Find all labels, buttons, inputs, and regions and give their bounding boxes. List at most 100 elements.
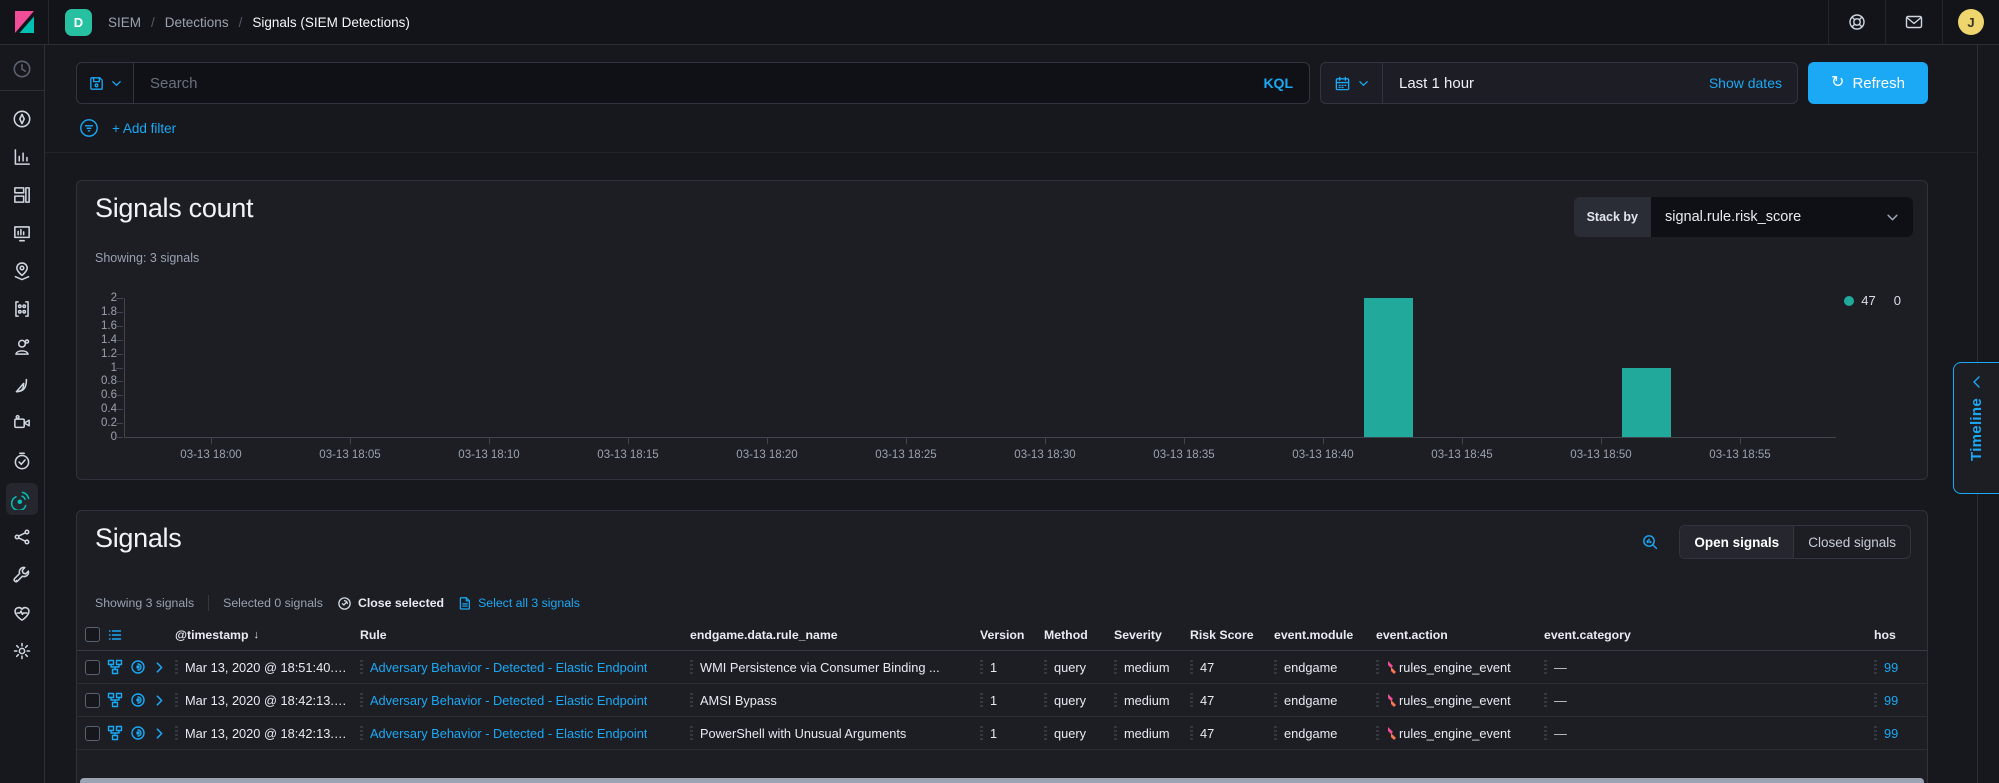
cell-rule[interactable]: Adversary Behavior - Detected - Elastic … (360, 693, 690, 708)
column-header-label[interactable]: @timestamp (175, 628, 249, 642)
chart-bar[interactable] (1622, 368, 1671, 438)
drag-handle[interactable] (1376, 726, 1379, 740)
column-header-label[interactable]: event.action (1376, 628, 1448, 642)
column-header-label[interactable]: event.module (1274, 628, 1353, 642)
sidebar-item-uptime[interactable] (11, 450, 33, 472)
sidebar-item-visualize[interactable] (11, 146, 33, 168)
help-button[interactable] (1829, 0, 1885, 44)
drag-handle[interactable] (690, 693, 693, 707)
sidebar-item-discover[interactable] (11, 108, 33, 130)
analyze-event-icon[interactable] (107, 659, 123, 675)
drag-handle[interactable] (690, 660, 693, 674)
column-header-event_category[interactable]: event.category (1544, 628, 1874, 642)
horizontal-scrollbar[interactable] (80, 778, 1924, 783)
user-menu[interactable]: J (1943, 0, 1999, 44)
cell-value-rule[interactable]: Adversary Behavior - Detected - Elastic … (370, 693, 647, 708)
column-header-label[interactable]: hos (1874, 628, 1896, 642)
show-dates-link[interactable]: Show dates (1694, 75, 1797, 91)
select-all-link[interactable]: Select all 3 signals (458, 596, 580, 610)
drag-handle[interactable] (1190, 693, 1193, 707)
column-header-label[interactable]: Method (1044, 628, 1088, 642)
investigate-in-timeline-icon[interactable] (130, 725, 146, 741)
inspect-button[interactable] (1641, 533, 1659, 551)
cell-value-host[interactable]: 99 (1884, 660, 1898, 675)
drag-handle[interactable] (1274, 726, 1277, 740)
refresh-button[interactable]: ↻ Refresh (1808, 62, 1928, 104)
investigate-in-timeline-icon[interactable] (130, 692, 146, 708)
column-header-rule[interactable]: Rule (360, 628, 690, 642)
drag-handle[interactable] (1874, 693, 1877, 707)
column-header-severity[interactable]: Severity (1114, 628, 1190, 642)
column-header-label[interactable]: Version (980, 628, 1024, 642)
column-header-label[interactable]: Rule (360, 628, 387, 642)
analyze-event-icon[interactable] (107, 725, 123, 741)
space-badge[interactable]: D (65, 9, 92, 36)
column-header-rule_name[interactable]: endgame.data.rule_name (690, 628, 980, 642)
sidebar-item-recently-viewed[interactable] (11, 58, 33, 80)
sidebar-item-dev-tools[interactable] (11, 564, 33, 586)
sidebar-item-graph[interactable] (11, 336, 33, 358)
drag-handle[interactable] (1044, 726, 1047, 740)
column-header-label[interactable]: Risk Score (1190, 628, 1254, 642)
drag-handle[interactable] (980, 660, 983, 674)
search-input[interactable]: Search KQL (134, 62, 1310, 104)
column-header-label[interactable]: event.category (1544, 628, 1631, 642)
drag-handle[interactable] (1044, 693, 1047, 707)
row-checkbox[interactable] (85, 726, 100, 741)
sidebar-item-machine-learning[interactable] (11, 298, 33, 320)
sidebar-item-dashboard[interactable] (11, 184, 33, 206)
add-filter-link[interactable]: + Add filter (112, 121, 176, 136)
drag-handle[interactable] (360, 660, 363, 674)
expand-row-icon[interactable] (153, 727, 166, 740)
breadcrumb-detections[interactable]: Detections (165, 15, 229, 30)
drag-handle[interactable] (980, 693, 983, 707)
column-header-event_module[interactable]: event.module (1274, 628, 1376, 642)
drag-handle[interactable] (1274, 660, 1277, 674)
sidebar-item-management[interactable] (11, 640, 33, 662)
investigate-in-timeline-icon[interactable] (130, 659, 146, 675)
drag-handle[interactable] (1544, 693, 1547, 707)
row-checkbox[interactable] (85, 660, 100, 675)
drag-handle[interactable] (1874, 726, 1877, 740)
cell-value-rule[interactable]: Adversary Behavior - Detected - Elastic … (370, 726, 647, 741)
drag-handle[interactable] (1114, 660, 1117, 674)
column-header-event_action[interactable]: event.action (1376, 628, 1544, 642)
cell-rule[interactable]: Adversary Behavior - Detected - Elastic … (360, 660, 690, 675)
legend-item[interactable]: 47 (1844, 293, 1875, 308)
chart-bar[interactable] (1364, 298, 1413, 437)
column-header-risk_score[interactable]: Risk Score (1190, 628, 1274, 642)
drag-handle[interactable] (980, 726, 983, 740)
cell-value-host[interactable]: 99 (1884, 726, 1898, 741)
sidebar-item-logs[interactable] (11, 374, 33, 396)
sidebar-item-maps[interactable] (11, 260, 33, 282)
drag-handle[interactable] (1114, 693, 1117, 707)
saved-query-button[interactable] (76, 62, 134, 104)
column-header-host[interactable]: hos (1874, 628, 1928, 642)
column-header-label[interactable]: Severity (1114, 628, 1162, 642)
date-picker-menu-button[interactable] (1321, 63, 1383, 103)
newsfeed-button[interactable] (1886, 0, 1942, 44)
filter-icon[interactable] (78, 117, 100, 139)
drag-handle[interactable] (1044, 660, 1047, 674)
legend-item[interactable]: 0 (1894, 293, 1901, 308)
sidebar-item-canvas[interactable] (11, 222, 33, 244)
expand-row-icon[interactable] (153, 661, 166, 674)
breadcrumb-siem[interactable]: SIEM (108, 15, 141, 30)
drag-handle[interactable] (1874, 660, 1877, 674)
column-header-method[interactable]: Method (1044, 628, 1114, 642)
cell-host[interactable]: 99 (1874, 660, 1928, 675)
cell-host[interactable]: 99 (1874, 726, 1928, 741)
column-header-version[interactable]: Version (980, 628, 1044, 642)
drag-handle[interactable] (690, 726, 693, 740)
drag-handle[interactable] (1376, 693, 1379, 707)
cell-rule[interactable]: Adversary Behavior - Detected - Elastic … (360, 726, 690, 741)
sidebar-item-apm[interactable] (11, 526, 33, 548)
sidebar-item-stack-monitoring[interactable] (11, 602, 33, 624)
drag-handle[interactable] (1190, 726, 1193, 740)
kql-badge[interactable]: KQL (1263, 75, 1293, 91)
event-renderer-icon[interactable] (107, 627, 123, 643)
column-header-timestamp[interactable]: @timestamp↓ (175, 628, 360, 642)
drag-handle[interactable] (1274, 693, 1277, 707)
drag-handle[interactable] (1376, 660, 1379, 674)
cell-host[interactable]: 99 (1874, 693, 1928, 708)
